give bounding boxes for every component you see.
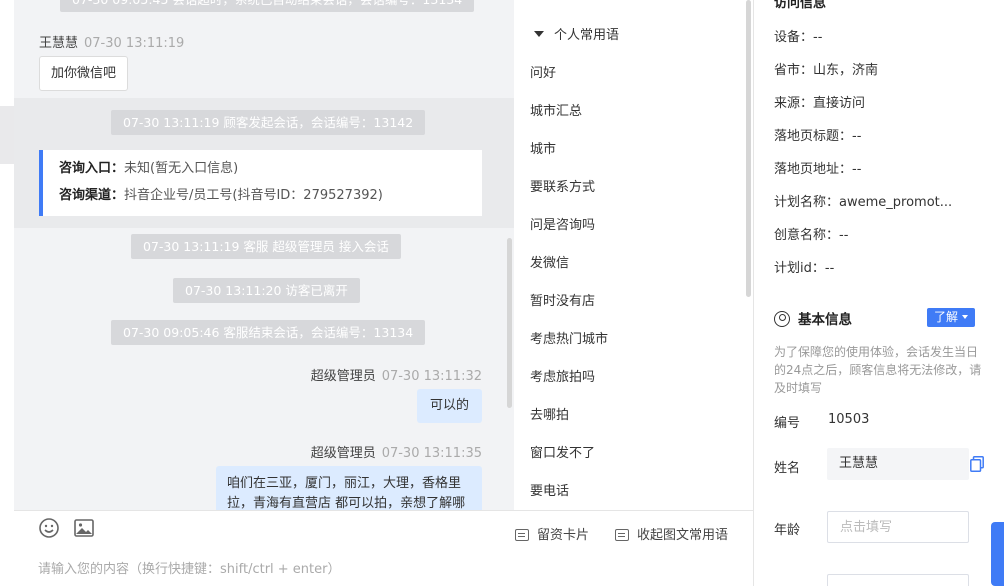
smile-icon[interactable] bbox=[38, 517, 60, 539]
visitor-field: 计划名称：aweme_promot... bbox=[774, 191, 952, 210]
sender-name: 王慧慧 bbox=[39, 36, 79, 51]
message-meta: 超级管理员 07-30 13:11:35 bbox=[311, 442, 482, 461]
phrase-item[interactable]: 要电话 bbox=[530, 480, 569, 499]
collapse-phrases-label: 收起图文常用语 bbox=[637, 528, 729, 543]
message-bubble-left: 加你微信吧 bbox=[39, 56, 129, 91]
channel-value: 抖音企业号/员工号(抖音号ID：279527392) bbox=[124, 188, 383, 203]
lead-card-button[interactable]: 留资卡片 bbox=[515, 524, 589, 543]
field-label: 省市： bbox=[774, 63, 814, 78]
customer-info-panel: 访问信息 设备：-- 省市：山东，济南 来源：直接访问 落地页标题：-- 落地页… bbox=[754, 0, 1004, 586]
basic-info-title-text: 基本信息 bbox=[798, 312, 852, 328]
field-label: 计划id： bbox=[774, 261, 825, 276]
phrase-item[interactable]: 考虑热门城市 bbox=[530, 328, 608, 347]
field-label: 落地页地址： bbox=[774, 162, 853, 177]
phrase-item[interactable]: 考虑旅拍吗 bbox=[530, 366, 595, 385]
card-icon bbox=[515, 528, 529, 541]
phrase-item[interactable]: 暂时没有店 bbox=[530, 290, 595, 309]
collapse-phrases-button[interactable]: 收起图文常用语 bbox=[615, 524, 728, 543]
sender-name: 超级管理员 bbox=[310, 446, 376, 461]
phrase-item[interactable]: 问好 bbox=[530, 62, 556, 81]
user-circle-icon bbox=[774, 311, 790, 327]
field-label: 来源： bbox=[774, 96, 814, 111]
visitor-field: 计划id：-- bbox=[774, 257, 834, 276]
age-label: 年龄 bbox=[774, 523, 801, 538]
edit-notice: 为了保障您的使用体验，会话发生当日的24点之后，顾客信息将无法修改，请及时填写 bbox=[774, 345, 982, 395]
phrase-item[interactable]: 城市 bbox=[530, 138, 556, 157]
caret-down-icon bbox=[534, 30, 544, 37]
system-message: 07-30 13:11:19 客服 超级管理员 接入会话 bbox=[131, 234, 401, 259]
field-value: 直接访问 bbox=[813, 96, 866, 111]
left-panel-edge bbox=[0, 0, 14, 586]
phrase-group-title: 个人常用语 bbox=[554, 28, 620, 43]
learn-label: 了解 bbox=[934, 310, 959, 324]
message-meta: 超级管理员 07-30 13:11:32 bbox=[311, 365, 482, 384]
visit-info-title: 访问信息 bbox=[774, 0, 827, 11]
lead-card-label: 留资卡片 bbox=[537, 528, 590, 543]
chat-message-area: 07-30 09:05:45 会话超时，系统已自动结束会话，会话编号：13134… bbox=[14, 0, 514, 510]
system-message: 07-30 13:11:19 顾客发起会话，会话编号：13142 bbox=[111, 110, 426, 135]
next-field-input[interactable] bbox=[827, 574, 969, 586]
common-phrases-panel: 个人常用语 问好 城市汇总 城市 要联系方式 问是咨询吗 发微信 暂时没有店 考… bbox=[514, 0, 752, 510]
id-label: 编号 bbox=[774, 416, 801, 431]
field-value: -- bbox=[839, 228, 849, 243]
phrase-item[interactable]: 要联系方式 bbox=[530, 176, 595, 195]
age-input[interactable] bbox=[827, 511, 969, 543]
message-icon bbox=[615, 528, 629, 541]
sender-name: 超级管理员 bbox=[310, 369, 376, 384]
phrase-item[interactable]: 窗口发不了 bbox=[530, 442, 595, 461]
phrase-item[interactable]: 问是咨询吗 bbox=[530, 214, 595, 233]
message-time: 07-30 13:11:35 bbox=[381, 446, 482, 461]
field-label: 创意名称： bbox=[774, 228, 840, 243]
field-value: -- bbox=[824, 261, 835, 276]
field-value: -- bbox=[852, 129, 862, 144]
visitor-field: 来源：直接访问 bbox=[774, 92, 865, 111]
chat-scrollbar[interactable] bbox=[507, 238, 512, 408]
field-value: -- bbox=[852, 162, 862, 177]
message-bubble-right: 咱们在三亚，厦门，丽江，大理，香格里拉，青海有直营店 都可以拍，亲想了解哪 bbox=[216, 466, 482, 510]
name-label: 姓名 bbox=[774, 461, 801, 476]
visitor-field: 设备：-- bbox=[774, 26, 822, 45]
system-message: 07-30 09:05:45 会话超时，系统已自动结束会话，会话编号：13134 bbox=[60, 0, 475, 12]
floating-side-button[interactable] bbox=[991, 522, 1004, 586]
phrases-scrollbar[interactable] bbox=[746, 0, 751, 297]
learn-more-dropdown[interactable]: 了解 bbox=[927, 308, 976, 327]
copy-icon[interactable] bbox=[970, 456, 984, 472]
toolbar-divider bbox=[14, 510, 753, 511]
field-label: 计划名称： bbox=[774, 195, 840, 210]
entry-value: 未知(暂无入口信息) bbox=[124, 161, 239, 176]
message-input[interactable]: 请输入您的内容（换行快捷键：shift/ctrl + enter） bbox=[38, 558, 341, 577]
entry-label: 咨询入口： bbox=[59, 161, 125, 176]
visitor-field: 省市：山东，济南 bbox=[774, 59, 878, 78]
visitor-field: 落地页地址：-- bbox=[774, 158, 861, 177]
image-icon[interactable] bbox=[73, 517, 95, 539]
phrase-item[interactable]: 城市汇总 bbox=[530, 100, 582, 119]
field-label: 落地页标题： bbox=[774, 129, 853, 144]
name-field[interactable]: 王慧慧 bbox=[827, 448, 969, 480]
dropdown-arrow-icon bbox=[962, 314, 969, 319]
basic-info-title: 基本信息 bbox=[774, 308, 852, 328]
message-meta: 王慧慧 07-30 13:11:19 bbox=[39, 32, 184, 51]
field-value: aweme_promot... bbox=[839, 195, 953, 210]
field-value: -- bbox=[813, 30, 823, 45]
visitor-field: 创意名称：-- bbox=[774, 224, 848, 243]
selected-conversation-indicator[interactable] bbox=[0, 106, 14, 164]
message-time: 07-30 13:11:19 bbox=[84, 36, 185, 51]
system-message: 07-30 09:05:46 客服结束会话，会话编号：13134 bbox=[111, 320, 426, 345]
visitor-field: 落地页标题：-- bbox=[774, 125, 861, 144]
phrase-group-toggle[interactable]: 个人常用语 bbox=[534, 24, 619, 43]
message-bubble-right: 可以的 bbox=[416, 389, 482, 423]
system-message: 07-30 13:11:20 访客已离开 bbox=[173, 278, 360, 303]
phrase-item[interactable]: 去哪拍 bbox=[530, 404, 569, 423]
id-value: 10503 bbox=[828, 412, 870, 427]
consult-info-card: 咨询入口：未知(暂无入口信息) 咨询渠道：抖音企业号/员工号(抖音号ID：279… bbox=[39, 150, 482, 216]
phrase-item[interactable]: 发微信 bbox=[530, 252, 569, 271]
field-label: 设备： bbox=[774, 30, 814, 45]
channel-label: 咨询渠道： bbox=[59, 188, 125, 203]
field-value: 山东，济南 bbox=[813, 63, 879, 78]
message-time: 07-30 13:11:32 bbox=[381, 369, 482, 384]
